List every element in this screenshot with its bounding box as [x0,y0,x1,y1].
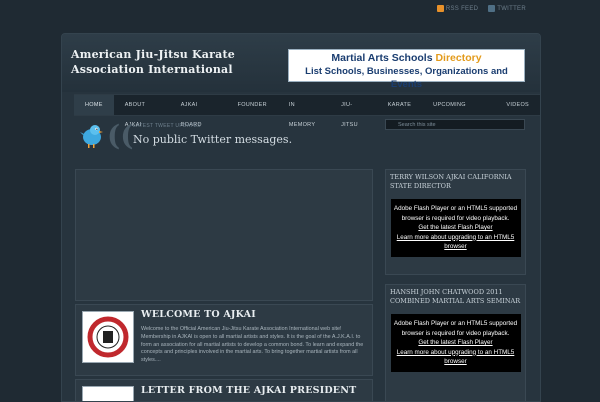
site-title[interactable]: American Jiu-Jitsu Karate Association In… [71,47,271,77]
player-message: Adobe Flash Player or an HTML5 supported… [393,320,518,337]
twitter-icon[interactable] [488,5,496,12]
video-widget-2: HANSHI JOHN CHATWOOD 2011 COMBINED MARTI… [385,284,526,401]
quote-mark-icon: (( [107,119,134,152]
nav-ajkai-board[interactable]: AJKAI BOARD [170,95,227,128]
flash-player-link[interactable]: Get the latest Flash Player [394,223,518,233]
post-title[interactable]: LETTER FROM THE AJKAI PRESIDENT [141,385,356,396]
post-excerpt: Welcome to the Official American Jiu-Jit… [141,326,364,364]
video-player[interactable]: Adobe Flash Player or an HTML5 supported… [390,314,521,372]
banner-highlight: Directory [435,52,482,64]
twitter-link[interactable]: TWITTER [497,6,526,12]
top-bar: RSS FEED TWITTER [0,0,600,22]
tweet-message: No public Twitter messages. [133,133,293,146]
ajkai-logo-icon [87,316,129,358]
nav-videos[interactable]: VIDEOS [495,95,540,115]
widget-title: HANSHI JOHN CHATWOOD 2011 COMBINED MARTI… [390,288,521,305]
html5-browser-link[interactable]: Learn more about upgrading to an HTML5 b… [394,348,518,367]
post-letter: LETTER FROM THE AJKAI PRESIDENT [75,379,373,401]
video-widget-1: TERRY WILSON AJKAI CALIFORNIA STATE DIRE… [385,169,526,275]
widget-title: TERRY WILSON AJKAI CALIFORNIA STATE DIRE… [390,173,512,190]
flash-player-link[interactable]: Get the latest Flash Player [394,338,518,348]
post-welcome: WELCOME TO AJKAI Welcome to the Official… [75,304,373,376]
nav-about-ajkai[interactable]: ABOUT AJKAI [114,95,170,128]
rss-feed-link[interactable]: RSS FEED [446,6,478,12]
banner-line2: List Schools, Businesses, Organizations … [305,66,508,90]
rss-icon[interactable] [436,5,444,12]
nav-founder[interactable]: FOUNDER [227,95,278,115]
banner-line1: Martial Arts Schools [331,52,436,64]
top-links: RSS FEED TWITTER [436,5,534,12]
featured-slider[interactable] [75,169,373,301]
post-title[interactable]: WELCOME TO AJKAI [141,309,256,320]
nav-in-memory[interactable]: IN MEMORY [278,95,330,128]
twitter-bird-icon [80,125,103,148]
search-input[interactable]: Search this site [385,119,525,130]
page-wrapper: American Jiu-Jitsu Karate Association In… [61,33,541,402]
post-thumbnail[interactable] [82,311,134,363]
html5-browser-link[interactable]: Learn more about upgrading to an HTML5 b… [394,233,518,252]
nav-karate[interactable]: KARATE [377,95,422,115]
tweet-area: (( LATEST TWEET UPDATES No public Twitte… [80,119,380,153]
main-nav: HOME ABOUT AJKAI AJKAI BOARD FOUNDER IN … [74,94,540,128]
nav-upcoming-events[interactable]: UPCOMING EVENTS [422,95,495,128]
nav-jiu-jitsu[interactable]: JIU-JITSU [330,95,377,128]
nav-home[interactable]: HOME [74,95,114,115]
tweet-label: LATEST TWEET UPDATES [133,123,201,129]
player-message: Adobe Flash Player or an HTML5 supported… [393,205,518,222]
video-player[interactable]: Adobe Flash Player or an HTML5 supported… [390,199,521,257]
site-header: American Jiu-Jitsu Karate Association In… [62,34,540,92]
directory-banner[interactable]: Martial Arts Schools Directory List Scho… [288,49,525,90]
